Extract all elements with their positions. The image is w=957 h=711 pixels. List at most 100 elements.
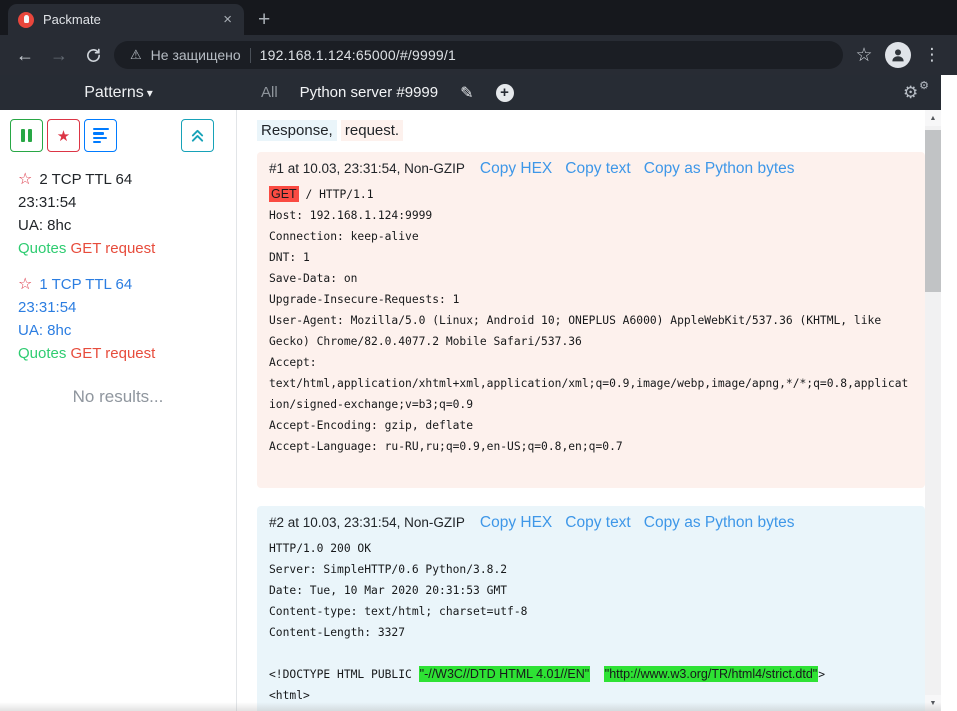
address-divider	[250, 48, 251, 63]
payload-line: <!DOCTYPE HTML PUBLIC "-//W3C//DTD HTML …	[269, 664, 913, 685]
payload-line: Content-type: text/html; charset=utf-8	[269, 601, 913, 622]
legend-request-label: request.	[341, 120, 403, 141]
packet-item-title: 2 TCP TTL 64	[39, 171, 132, 188]
browser-tab-bar: Packmate × +	[0, 0, 957, 35]
packmate-favicon-icon	[18, 12, 34, 28]
edit-pattern-icon[interactable]: ✎	[460, 83, 473, 103]
payload-line: Host: 192.168.1.124:9999	[269, 205, 913, 226]
pause-capture-button[interactable]	[10, 119, 43, 152]
reload-button[interactable]	[80, 42, 106, 68]
bookmark-star-icon[interactable]: ☆	[851, 42, 877, 68]
packet-list-item[interactable]: ☆ 2 TCP TTL 64 23:31:54UA: 8hc Quotes GET r…	[18, 168, 230, 260]
copy-hex-link[interactable]: Copy HEX	[480, 160, 552, 178]
sidebar-toolbar: ★	[0, 119, 236, 152]
patterns-label: Patterns	[84, 84, 144, 101]
scrollbar-up-arrow[interactable]: ▲	[925, 110, 941, 126]
payload-line: Gecko) Chrome/82.0.4077.2 Mobile Safari/…	[269, 331, 913, 352]
packet-list-item[interactable]: ☆ 1 TCP TTL 64 23:31:54UA: 8hc Quotes GET r…	[18, 273, 230, 365]
payload-line: User-Agent: Mozilla/5.0 (Linux; Android …	[269, 310, 913, 331]
packet-item-title: 1 TCP TTL 64	[39, 276, 132, 293]
payload-line: Server: SimpleHTTP/0.6 Python/3.8.2	[269, 559, 913, 580]
payload-line: DNT: 1	[269, 247, 913, 268]
browser-toolbar: ← → ⚠ Не защищено 192.168.1.124:65000/#/…	[0, 35, 957, 75]
payload-line	[269, 643, 913, 664]
payload-line: HTTP/1.0 200 OK	[269, 538, 913, 559]
double-chevron-up-icon	[190, 128, 205, 143]
favorite-star-icon[interactable]: ☆	[18, 276, 32, 293]
add-pattern-icon[interactable]: +	[496, 84, 514, 102]
packet-id: #2 at 10.03, 23:31:54, Non-GZIP	[269, 515, 465, 530]
pause-icon	[21, 129, 32, 142]
collapse-sidebar-button[interactable]	[181, 119, 214, 152]
copy-text-link[interactable]: Copy text	[565, 160, 630, 178]
payload-line: Date: Tue, 10 Mar 2020 20:31:53 GMT	[269, 580, 913, 601]
new-tab-button[interactable]: +	[258, 10, 270, 30]
tab-all[interactable]: All	[261, 84, 278, 101]
pattern-tag-get-request: GET request	[71, 345, 156, 362]
patterns-dropdown[interactable]: Patterns▾	[0, 84, 237, 102]
pattern-tag-get-request: GET request	[71, 240, 156, 257]
green-highlight: "-//W3C//DTD HTML 4.01//EN"	[419, 666, 591, 682]
packet-payload: GET / HTTP/1.1Host: 192.168.1.124:9999Co…	[269, 184, 913, 478]
packet-detail-pane: Response, request. #1 at 10.03, 23:31:54…	[237, 110, 925, 711]
pattern-tag-quotes: Quotes	[18, 345, 66, 362]
favorites-filter-button[interactable]: ★	[47, 119, 80, 152]
scrollbar-down-arrow[interactable]: ▼	[925, 695, 941, 711]
payload-line: Accept-Encoding: gzip, deflate	[269, 415, 913, 436]
packet-item-time: 23:31:54	[18, 296, 230, 319]
payload-line: Connection: keep-alive	[269, 226, 913, 247]
pattern-tabs: All Python server #9999 ✎ +	[261, 83, 514, 103]
packet-card-request: #1 at 10.03, 23:31:54, Non-GZIP Copy HEX C…	[257, 152, 925, 488]
payload-line: Accept-Language: ru-RU,ru;q=0.9,en-US;q=…	[269, 436, 913, 457]
back-button[interactable]: ←	[12, 42, 38, 68]
reload-icon	[85, 47, 102, 64]
payload-line: Save-Data: on	[269, 268, 913, 289]
red-highlight: GET	[269, 186, 299, 202]
copy-python-bytes-link[interactable]: Copy as Python bytes	[644, 160, 795, 178]
vertical-scrollbar[interactable]: ▲ ▼	[925, 110, 941, 711]
tab-title: Packmate	[43, 12, 221, 27]
star-icon: ★	[57, 127, 70, 145]
security-status-label: Не защищено	[151, 47, 241, 63]
scrollbar-thumb[interactable]	[925, 130, 941, 292]
url-text[interactable]: 192.168.1.124:65000/#/9999/1	[260, 47, 456, 63]
tab-close-icon[interactable]: ×	[221, 11, 234, 28]
payload-line: Accept:	[269, 352, 913, 373]
tab-python-server[interactable]: Python server #9999	[300, 84, 438, 101]
copy-python-bytes-link[interactable]: Copy as Python bytes	[644, 514, 795, 532]
packet-cards: #1 at 10.03, 23:31:54, Non-GZIP Copy HEX C…	[257, 152, 909, 711]
no-results-label: No results...	[0, 387, 236, 407]
browser-menu-icon[interactable]: ⋮	[919, 42, 945, 68]
payload-line: ion/signed-exchange;v=b3;q=0.9	[269, 394, 913, 415]
caret-down-icon: ▾	[147, 86, 153, 100]
scrollbar-track[interactable]	[925, 126, 941, 695]
address-bar[interactable]: ⚠ Не защищено 192.168.1.124:65000/#/9999…	[114, 41, 843, 69]
pattern-tag-quotes: Quotes	[18, 240, 66, 257]
packet-item-ua: UA: 8hc	[18, 214, 230, 237]
packet-legend: Response, request.	[257, 122, 909, 139]
person-icon	[889, 46, 907, 64]
forward-button[interactable]: →	[46, 42, 72, 68]
payload-line: text/html,application/xhtml+xml,applicat…	[269, 373, 913, 394]
app-header: Patterns▾ All Python server #9999 ✎ + ⚙ …	[0, 75, 941, 110]
align-left-icon	[93, 128, 109, 144]
browser-tab[interactable]: Packmate ×	[8, 4, 244, 35]
payload-line	[269, 457, 913, 478]
packet-sidebar: ★ ☆2 TCP TTL 6423:31:54UA: 8hcQuotes GET…	[0, 110, 237, 711]
copy-text-link[interactable]: Copy text	[565, 514, 630, 532]
packet-id: #1 at 10.03, 23:31:54, Non-GZIP	[269, 161, 465, 176]
packet-item-ua: UA: 8hc	[18, 319, 230, 342]
packet-list: ☆2 TCP TTL 6423:31:54UA: 8hcQuotes GET r…	[0, 152, 236, 365]
not-secure-warning-icon[interactable]: ⚠	[130, 47, 142, 63]
green-highlight: "http://www.w3.org/TR/html4/strict.dtd"	[604, 666, 818, 682]
settings-gears-icon[interactable]: ⚙ ⚙	[903, 81, 929, 105]
payload-line: <html>	[269, 685, 913, 706]
legend-response-label: Response,	[257, 120, 337, 141]
copy-hex-link[interactable]: Copy HEX	[480, 514, 552, 532]
payload-line: GET / HTTP/1.1	[269, 184, 913, 205]
packet-item-time: 23:31:54	[18, 191, 230, 214]
filter-lines-button[interactable]	[84, 119, 117, 152]
packet-payload: HTTP/1.0 200 OKServer: SimpleHTTP/0.6 Py…	[269, 538, 913, 706]
profile-avatar[interactable]	[885, 42, 911, 68]
favorite-star-icon[interactable]: ☆	[18, 171, 32, 188]
